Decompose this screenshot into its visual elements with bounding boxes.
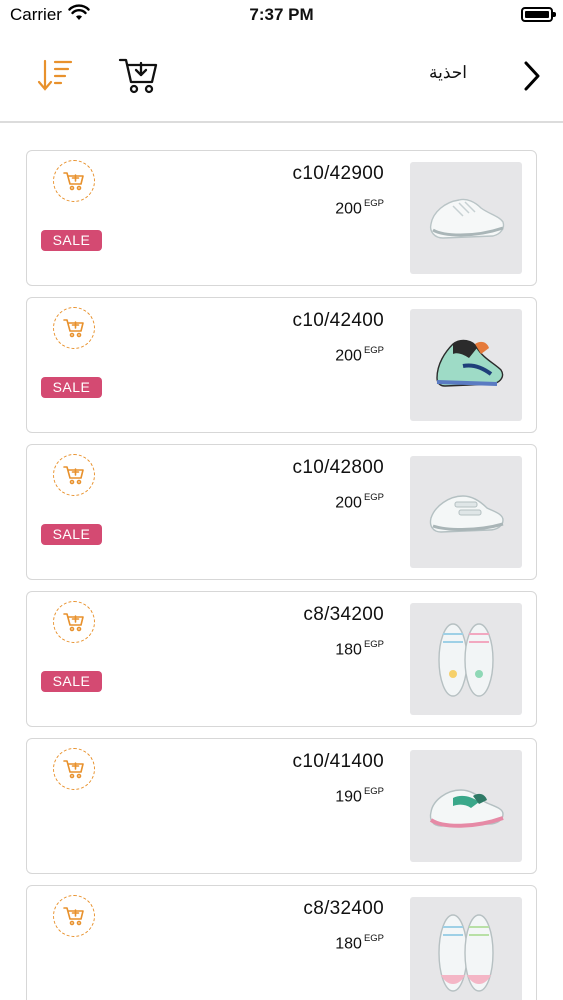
add-to-cart-button[interactable] — [53, 748, 95, 790]
price-value: 200 — [335, 200, 362, 218]
product-code: c8/32400 — [303, 898, 384, 919]
price-value: 180 — [335, 935, 362, 953]
price-currency: EGP — [363, 198, 384, 209]
product-card[interactable]: SALE c10/42400 200 EGP — [26, 297, 537, 433]
add-to-cart-icon — [63, 171, 85, 191]
product-card[interactable]: SALE c10/42900 200 EGP — [26, 150, 537, 286]
status-time: 7:37 PM — [249, 5, 314, 24]
price-currency: EGP — [363, 933, 384, 944]
add-to-cart-button[interactable] — [53, 160, 95, 202]
product-code: c10/42400 — [292, 310, 384, 331]
sort-descending-icon[interactable] — [36, 58, 76, 94]
chevron-right-icon[interactable] — [521, 59, 543, 93]
sale-badge: SALE — [41, 671, 102, 692]
product-price: 190 EGP — [335, 786, 384, 806]
add-to-cart-icon — [63, 906, 85, 926]
product-code: c8/34200 — [303, 604, 384, 625]
product-image[interactable] — [410, 603, 522, 715]
product-image[interactable] — [410, 162, 522, 274]
add-to-cart-button[interactable] — [53, 895, 95, 937]
white-velcro-sneaker-image — [423, 482, 509, 542]
product-card[interactable]: c10/41400 190 EGP — [26, 738, 537, 874]
price-value: 190 — [335, 788, 362, 806]
product-code: c10/42900 — [292, 163, 384, 184]
product-image[interactable] — [410, 897, 522, 1000]
product-price: 180 EGP — [335, 933, 384, 953]
white-pastel-kids-sneakers-pair-image — [431, 614, 501, 704]
add-to-cart-icon — [63, 318, 85, 338]
add-to-cart-button[interactable] — [53, 601, 95, 643]
sale-badge: SALE — [41, 377, 102, 398]
price-currency: EGP — [363, 639, 384, 650]
mint-black-high-top-sneaker-image — [423, 330, 509, 400]
product-price: 180 EGP — [335, 639, 384, 659]
sale-badge: SALE — [41, 230, 102, 251]
product-price: 200 EGP — [335, 345, 384, 365]
product-list: SALE c10/42900 200 EGP SALE c10/42400 200 EGP SA… — [26, 150, 537, 1000]
product-price: 200 EGP — [335, 492, 384, 512]
price-value: 200 — [335, 347, 362, 365]
product-card[interactable]: SALE c10/42800 200 EGP — [26, 444, 537, 580]
product-card[interactable]: c8/32400 180 EGP — [26, 885, 537, 1000]
nav-bar: احذية — [0, 30, 563, 123]
page-title: احذية — [428, 63, 467, 82]
add-to-cart-icon — [63, 759, 85, 779]
price-currency: EGP — [363, 492, 384, 503]
cart-download-icon[interactable] — [118, 56, 160, 96]
status-bar: Carrier 7:37 PM — [0, 0, 563, 30]
sale-badge: SALE — [41, 524, 102, 545]
price-currency: EGP — [363, 786, 384, 797]
add-to-cart-icon — [63, 612, 85, 632]
product-card[interactable]: SALE c8/34200 180 EGP — [26, 591, 537, 727]
white-green-pink-sneaker-image — [423, 774, 509, 838]
battery-icon — [521, 7, 556, 22]
add-to-cart-icon — [63, 465, 85, 485]
product-price: 200 EGP — [335, 198, 384, 218]
product-code: c10/42800 — [292, 457, 384, 478]
white-pastel-sneakers-pair-image — [431, 905, 501, 1000]
product-image[interactable] — [410, 456, 522, 568]
product-code: c10/41400 — [292, 751, 384, 772]
price-currency: EGP — [363, 345, 384, 356]
add-to-cart-button[interactable] — [53, 307, 95, 349]
add-to-cart-button[interactable] — [53, 454, 95, 496]
product-image[interactable] — [410, 750, 522, 862]
price-value: 200 — [335, 494, 362, 512]
price-value: 180 — [335, 641, 362, 659]
product-image[interactable] — [410, 309, 522, 421]
white-chunky-sneaker-image — [423, 188, 509, 248]
